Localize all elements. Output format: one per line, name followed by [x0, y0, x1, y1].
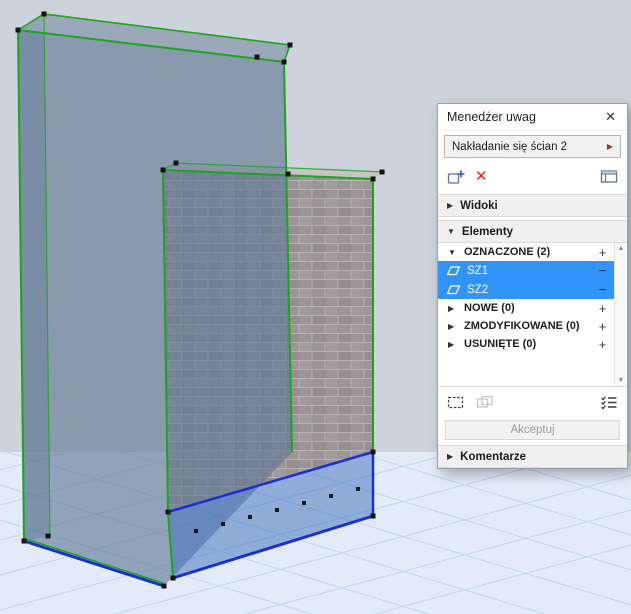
tree-group-usuniete[interactable]: ▶ USUNIĘTE (0) + — [438, 335, 627, 353]
add-icon[interactable]: + — [596, 246, 609, 259]
delete-note-icon[interactable]: ✕ — [475, 169, 488, 184]
group-label: ZMODYFIKOWANE (0) — [464, 320, 580, 332]
note-selector-arrow-icon: ▶ — [607, 142, 613, 151]
note-selector-value: Nakładanie się ścian 2 — [452, 141, 567, 153]
elements-tree: ▼ OZNACZONE (2) + SZ1 − SZ2 − ▶ NOWE — [438, 243, 627, 386]
item-label: SZ2 — [467, 284, 488, 296]
item-label: SZ1 — [467, 265, 488, 277]
tree-scrollbar[interactable]: ▲ ▼ — [614, 243, 627, 386]
add-icon[interactable]: + — [596, 302, 609, 315]
panel-bottom-toolbar — [438, 386, 627, 417]
chevron-down-icon: ▼ — [447, 227, 455, 236]
add-note-icon[interactable] — [447, 169, 465, 185]
wall-icon — [446, 284, 461, 295]
section-widoki[interactable]: ▶ Widoki — [438, 194, 627, 217]
scroll-down-icon[interactable]: ▼ — [618, 377, 625, 384]
group-label: NOWE (0) — [464, 302, 515, 314]
note-options-icon[interactable] — [600, 169, 618, 184]
chevron-right-icon: ▶ — [448, 322, 458, 331]
scroll-up-icon[interactable]: ▲ — [618, 245, 625, 252]
section-komentarze[interactable]: ▶ Komentarze — [438, 445, 627, 468]
panel-title: Menedżer uwag — [447, 110, 603, 124]
marquee-select-icon[interactable] — [447, 396, 464, 409]
section-label-komentarze: Komentarze — [460, 451, 526, 463]
chevron-right-icon: ▶ — [448, 304, 458, 313]
panel-titlebar[interactable]: Menedżer uwag ✕ — [438, 104, 627, 131]
accept-button[interactable]: Akceptuj — [445, 420, 620, 440]
notes-manager-panel: Menedżer uwag ✕ Nakładanie się ścian 2 ▶… — [437, 103, 628, 469]
chevron-down-icon: ▼ — [448, 248, 458, 257]
remove-icon[interactable]: − — [596, 283, 609, 296]
tree-group-nowe[interactable]: ▶ NOWE (0) + — [438, 299, 627, 317]
add-icon[interactable]: + — [596, 320, 609, 333]
section-elementy[interactable]: ▼ Elementy — [438, 220, 627, 243]
copy-to-views-icon — [476, 395, 494, 409]
list-check-icon[interactable] — [600, 395, 618, 410]
section-label-widoki: Widoki — [460, 200, 498, 212]
close-icon[interactable]: ✕ — [603, 109, 618, 125]
tree-group-oznaczone[interactable]: ▼ OZNACZONE (2) + — [438, 243, 627, 261]
panel-toolbar: ✕ — [438, 162, 627, 191]
chevron-right-icon: ▶ — [448, 340, 458, 349]
tree-group-zmodyfikowane[interactable]: ▶ ZMODYFIKOWANE (0) + — [438, 317, 627, 335]
chevron-right-icon: ▶ — [447, 201, 453, 210]
remove-icon[interactable]: − — [596, 264, 609, 277]
accept-area: Akceptuj — [438, 417, 627, 445]
group-label: USUNIĘTE (0) — [464, 338, 536, 350]
section-label-elementy: Elementy — [462, 226, 513, 238]
tree-item-sz1[interactable]: SZ1 − — [438, 261, 627, 280]
group-label: OZNACZONE (2) — [464, 246, 550, 258]
wall-icon — [446, 265, 461, 276]
chevron-right-icon: ▶ — [447, 452, 453, 461]
application-window: Menedżer uwag ✕ Nakładanie się ścian 2 ▶… — [0, 0, 631, 614]
tree-item-sz2[interactable]: SZ2 − — [438, 280, 627, 299]
note-selector[interactable]: Nakładanie się ścian 2 ▶ — [444, 135, 621, 158]
add-icon[interactable]: + — [596, 338, 609, 351]
